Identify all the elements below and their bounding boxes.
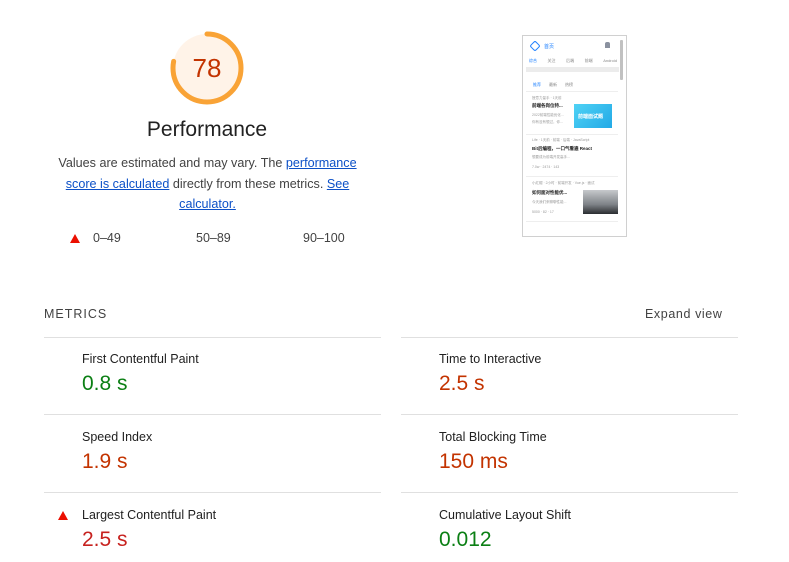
- thumb-divider: [526, 134, 618, 135]
- desc-text-1: Values are estimated and may vary. The: [58, 156, 286, 170]
- metric-speed-index: Speed Index 1.9 s: [82, 430, 382, 474]
- thumb-tab: 综合: [529, 58, 537, 63]
- thumb-article-line: 想要成为前端开发高手...: [532, 155, 570, 159]
- metric-value: 1.9 s: [82, 450, 128, 473]
- metric-value: 150 ms: [439, 450, 508, 473]
- legend-average-label: 50–89: [196, 231, 231, 245]
- thumb-article-line: 今天我们来聊聊性能...: [532, 200, 567, 204]
- thumb-article-line: 2022前端性能优化...: [532, 113, 564, 117]
- thumb-divider: [526, 91, 618, 92]
- thumb-article-title: 如何面对性能优...: [532, 190, 568, 195]
- thumb-subtab: 推荐: [533, 82, 541, 87]
- fail-triangle-icon: [58, 511, 68, 520]
- thumb-article-meta: Life · 1天前 · 前端 · 后端 · JavaScript: [532, 138, 590, 142]
- thumb-article-meta: 授意力量手 · 1天前: [532, 96, 562, 100]
- desc-text-2: directly from these metrics.: [169, 176, 327, 191]
- metric-name: Time to Interactive: [439, 352, 542, 366]
- juejin-logo-icon: [529, 40, 541, 52]
- metrics-heading: METRICS: [44, 307, 108, 321]
- thumb-tab: 后端: [566, 58, 575, 63]
- thumb-article-title: Bit后编程，一口气看遍 React: [532, 146, 593, 151]
- performance-title: Performance: [146, 118, 268, 141]
- metric-tbt: Total Blocking Time 150 ms: [439, 430, 739, 474]
- metrics-divider: [44, 492, 381, 493]
- metric-value: 2.5 s: [439, 372, 485, 395]
- thumb-subtab: 热榜: [565, 82, 573, 87]
- metrics-divider: [401, 492, 738, 493]
- metrics-divider: [44, 414, 381, 415]
- legend-average: 50–89: [196, 231, 231, 245]
- metric-value: 2.5 s: [82, 528, 128, 551]
- expand-view-toggle[interactable]: Expand view: [645, 307, 722, 321]
- thumb-tab: 关注: [547, 58, 556, 63]
- thumb-scrollbar: [620, 40, 623, 80]
- thumb-scroll-bar: [526, 67, 619, 72]
- thumb-subtabs: 推荐 最新 热榜: [533, 82, 573, 88]
- legend-fail: 0–49: [70, 231, 121, 245]
- final-screenshot[interactable]: 首页 综合 关注 后端 前端 Android 推荐 最新 热榜 授意力量手 · …: [522, 35, 627, 237]
- metrics-divider: [44, 337, 381, 338]
- metric-name: Speed Index: [82, 430, 153, 444]
- thumb-article-title: 前端各岗位特...: [532, 103, 563, 108]
- fail-triangle-icon: [70, 233, 80, 243]
- metrics-divider: [401, 337, 738, 338]
- thumb-tab: 前端: [584, 58, 593, 63]
- metric-name: Largest Contentful Paint: [82, 508, 217, 522]
- performance-score: 78: [192, 52, 222, 83]
- thumb-article-image: [583, 190, 618, 214]
- metric-name: First Contentful Paint: [82, 352, 199, 366]
- metric-fcp: First Contentful Paint 0.8 s: [82, 352, 382, 396]
- legend-pass: 90–100: [303, 231, 345, 245]
- metric-tti: Time to Interactive 2.5 s: [439, 352, 739, 396]
- thumb-tab: Android: [603, 58, 617, 63]
- metric-cls: Cumulative Layout Shift 0.012: [439, 508, 739, 552]
- thumb-article-stats: 7.0w · 2474 · 143: [532, 165, 560, 169]
- legend-pass-label: 90–100: [303, 231, 345, 245]
- thumb-subtab: 最新: [549, 82, 557, 87]
- metric-name: Cumulative Layout Shift: [439, 508, 572, 522]
- thumb-divider: [526, 221, 618, 222]
- thumb-tabs: 综合 关注 后端 前端 Android: [529, 58, 617, 64]
- thumb-home-label: 首页: [544, 44, 555, 50]
- thumb-header: 首页: [523, 36, 626, 58]
- metric-value: 0.8 s: [82, 372, 128, 395]
- performance-description: Values are estimated and may vary. The p…: [50, 153, 365, 215]
- thumb-article-meta: 小红帽 · 2小时 · 前端开发 · Vue.js · 面试: [532, 181, 595, 185]
- thumb-article-image: 前端面试题: [574, 104, 612, 128]
- thumb-article-stats: 5000 · 82 · 17: [532, 210, 554, 214]
- thumb-image-text: 前端面试题: [578, 114, 604, 120]
- lighthouse-report: 78 Performance Values are estimated and …: [0, 0, 789, 562]
- metrics-divider: [401, 414, 738, 415]
- legend-fail-label: 0–49: [93, 231, 121, 245]
- bell-icon: [605, 42, 610, 48]
- performance-gauge[interactable]: 78: [170, 31, 244, 105]
- metric-name: Total Blocking Time: [439, 430, 547, 444]
- thumb-divider: [526, 176, 618, 177]
- metric-lcp: Largest Contentful Paint 2.5 s: [82, 508, 382, 552]
- metric-value: 0.012: [439, 528, 492, 551]
- thumb-article-line: 你有没有想过，你...: [532, 120, 563, 124]
